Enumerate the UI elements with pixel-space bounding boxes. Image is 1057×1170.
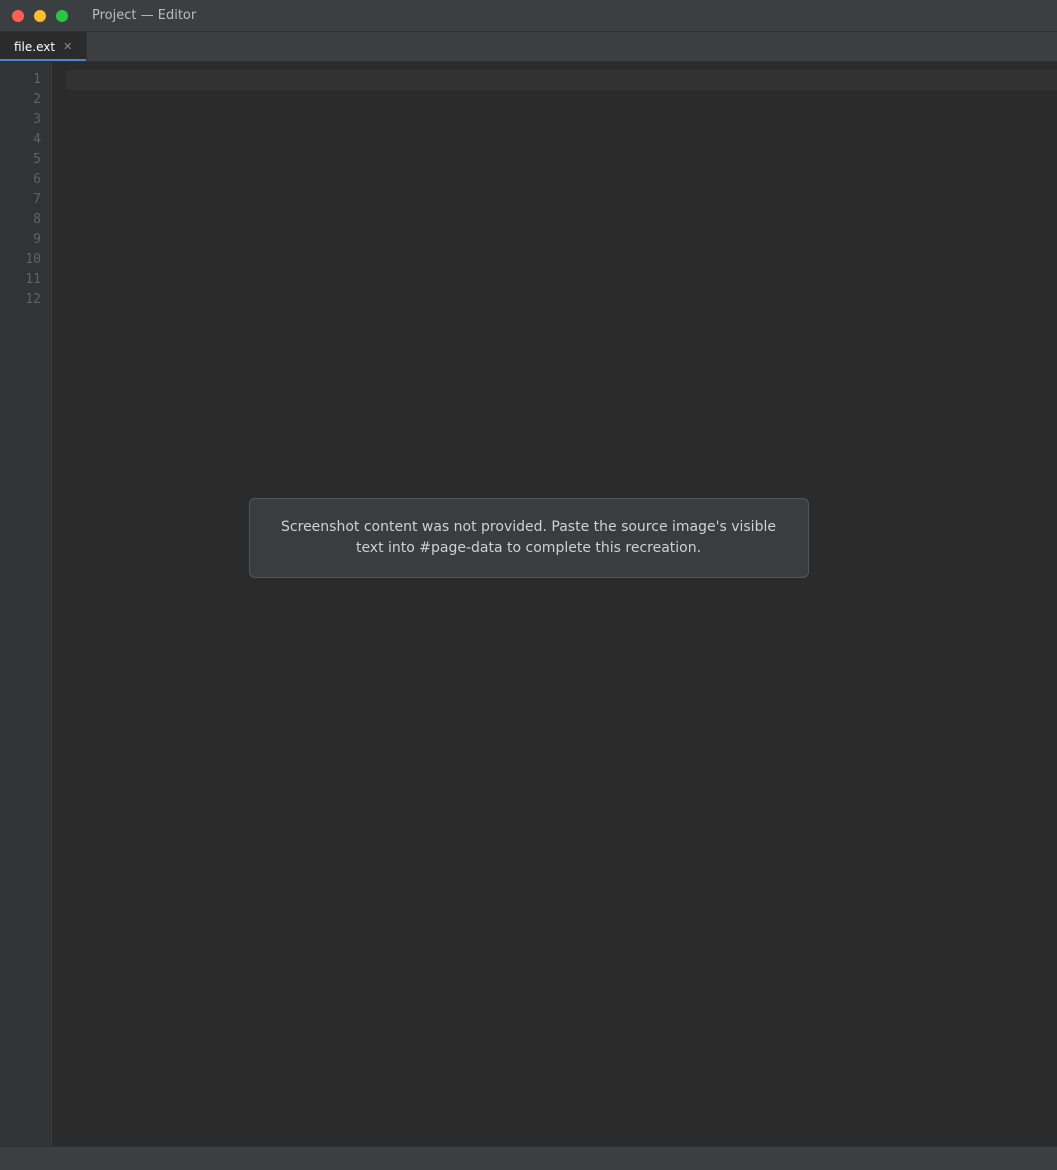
code-line[interactable] (66, 210, 1057, 230)
status-bar (0, 1146, 1057, 1170)
code-text-area[interactable] (52, 62, 1057, 1146)
line-number: 12 (25, 292, 41, 307)
close-tab-icon[interactable]: ✕ (63, 40, 72, 53)
line-number: 3 (33, 112, 41, 127)
editor-area: 1 2 3 4 5 6 7 8 9 10 11 12 (0, 62, 1057, 1146)
editor-tabs: file.ext ✕ (0, 32, 1057, 62)
code-line[interactable] (66, 230, 1057, 250)
code-line[interactable] (66, 250, 1057, 270)
missing-content-notice: Screenshot content was not provided. Pas… (248, 498, 809, 579)
app-window: Project — Editor file.ext ✕ 1 2 3 4 5 6 7 8 9 10 1… (0, 0, 1057, 1170)
line-number: 7 (33, 192, 41, 207)
line-number: 10 (25, 252, 41, 267)
line-number: 6 (33, 172, 41, 187)
status-right-group (991, 1152, 1045, 1166)
line-number: 2 (33, 92, 41, 107)
code-line[interactable] (66, 150, 1057, 170)
tab-file[interactable]: file.ext ✕ (0, 32, 88, 61)
code-line[interactable] (66, 130, 1057, 150)
code-line[interactable] (66, 270, 1057, 290)
code-line[interactable] (66, 190, 1057, 210)
code-line[interactable] (66, 290, 1057, 310)
code-line[interactable] (66, 70, 1057, 90)
line-number: 9 (33, 232, 41, 247)
code-line[interactable] (66, 90, 1057, 110)
line-number: 11 (25, 272, 41, 287)
title-bar: Project — Editor (0, 0, 1057, 32)
tab-label: file.ext (14, 39, 56, 54)
line-number: 4 (33, 132, 41, 147)
code-line[interactable] (66, 110, 1057, 130)
minimize-window-icon[interactable] (34, 9, 46, 22)
code-line[interactable] (66, 170, 1057, 190)
window-title: Project — Editor (92, 8, 197, 23)
line-number: 8 (33, 212, 41, 227)
line-number: 5 (33, 152, 41, 167)
line-number-gutter: 1 2 3 4 5 6 7 8 9 10 11 12 (0, 62, 52, 1146)
maximize-window-icon[interactable] (56, 9, 68, 22)
line-number: 1 (33, 72, 41, 87)
close-window-icon[interactable] (12, 9, 24, 22)
